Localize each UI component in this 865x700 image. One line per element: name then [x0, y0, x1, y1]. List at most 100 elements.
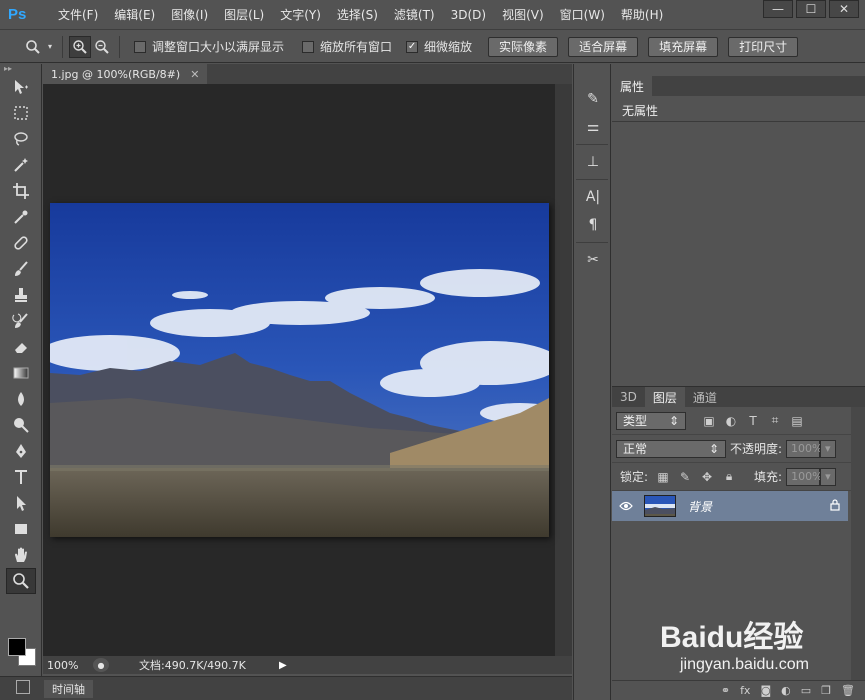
tab-layers[interactable]: 图层 — [644, 387, 685, 407]
brush-presets-icon[interactable]: ⚌ — [578, 114, 608, 140]
menu-filter[interactable]: 滤镜(T) — [386, 0, 443, 30]
opacity-input[interactable]: 100% — [786, 439, 823, 458]
menu-3d[interactable]: 3D(D) — [443, 0, 494, 30]
status-info-icon[interactable]: ● — [93, 658, 109, 672]
canvas-vertical-scrollbar[interactable] — [555, 84, 572, 656]
separator — [576, 179, 608, 180]
history-brush-tool-icon[interactable] — [6, 308, 36, 334]
collapse-arrows-icon[interactable]: ▸▸ — [0, 64, 41, 74]
character-icon[interactable]: A| — [578, 184, 608, 210]
menu-select[interactable]: 选择(S) — [329, 0, 386, 30]
separator — [62, 35, 63, 58]
panel-icon-strip: ✎ ⚌ ⊥ A| ¶ ✂ — [573, 64, 611, 700]
clone-stamp-tool-icon[interactable] — [6, 282, 36, 308]
tab-properties[interactable]: 属性 — [612, 76, 653, 96]
filter-kind-label: 类型 — [623, 414, 648, 428]
document-tab[interactable]: 1.jpg @ 100%(RGB/8#) ✕ — [43, 64, 208, 84]
close-tab-icon[interactable]: ✕ — [190, 68, 199, 81]
opacity-dropdown-icon[interactable]: ▾ — [820, 439, 837, 458]
zoom-all-windows-checkbox[interactable]: 缩放所有窗口 — [302, 38, 392, 55]
hand-tool-icon[interactable] — [6, 542, 36, 568]
eyedropper-tool-icon[interactable] — [6, 204, 36, 230]
status-menu-arrow-icon[interactable]: ▶ — [279, 660, 287, 671]
lock-image-icon[interactable]: ✎ — [676, 468, 694, 486]
foreground-color-swatch[interactable] — [8, 638, 26, 656]
gradient-tool-icon[interactable] — [6, 360, 36, 386]
actual-pixels-button[interactable]: 实际像素 — [488, 36, 559, 57]
zoom-level[interactable]: 100% — [43, 659, 93, 672]
scrubby-zoom-label: 细微缩放 — [424, 40, 473, 54]
maximize-button[interactable]: ☐ — [796, 0, 826, 18]
menu-type[interactable]: 文字(Y) — [272, 0, 329, 30]
checkbox-box[interactable] — [302, 40, 315, 53]
path-selection-tool-icon[interactable] — [6, 490, 36, 516]
filter-type-icon[interactable]: T — [744, 412, 762, 430]
minimize-button[interactable]: — — [763, 0, 793, 18]
menu-window[interactable]: 窗口(W) — [552, 0, 613, 30]
fit-screen-button[interactable]: 适合屏幕 — [568, 36, 639, 57]
zoom-tool-preset-icon[interactable] — [22, 36, 44, 58]
zoom-out-icon[interactable] — [91, 36, 113, 58]
layer-thumbnail — [644, 495, 676, 517]
preset-dropdown-icon[interactable]: ▾ — [44, 36, 56, 58]
brushes-icon[interactable]: ✎ — [578, 86, 608, 112]
crop-tool-icon[interactable] — [6, 178, 36, 204]
menu-view[interactable]: 视图(V) — [494, 0, 552, 30]
zoom-in-icon[interactable] — [69, 35, 91, 58]
layer-item[interactable]: 背景 — [612, 491, 848, 521]
menu-help[interactable]: 帮助(H) — [613, 0, 671, 30]
filter-pixel-icon[interactable]: ▣ — [700, 412, 718, 430]
type-tool-icon[interactable] — [6, 464, 36, 490]
paragraph-icon[interactable]: ¶ — [578, 212, 608, 238]
close-button[interactable]: ✕ — [829, 0, 859, 18]
separator — [119, 35, 120, 58]
layer-filter-select[interactable]: 类型 ⇕ — [616, 411, 686, 430]
lock-position-icon[interactable]: ✥ — [698, 468, 716, 486]
scrubby-zoom-checkbox[interactable]: ✓ 细微缩放 — [406, 38, 472, 55]
lock-all-icon[interactable]: 🔒︎ — [720, 468, 738, 486]
tool-presets-icon[interactable]: ✂ — [578, 247, 608, 273]
checkbox-checked[interactable]: ✓ — [406, 40, 419, 53]
move-tool-icon[interactable] — [6, 74, 36, 100]
dodge-tool-icon[interactable] — [6, 412, 36, 438]
layer-name[interactable]: 背景 — [688, 498, 712, 515]
fill-dropdown-icon[interactable]: ▾ — [820, 467, 837, 486]
menu-edit[interactable]: 编辑(E) — [106, 0, 163, 30]
zoom-tool-icon[interactable] — [6, 568, 36, 594]
color-swatches[interactable] — [8, 638, 38, 670]
magic-wand-tool-icon[interactable] — [6, 152, 36, 178]
properties-panel: 属性 无属性 — [612, 76, 865, 384]
filter-smart-object-icon[interactable]: ▤ — [788, 412, 806, 430]
pen-tool-icon[interactable] — [6, 438, 36, 464]
eraser-tool-icon[interactable] — [6, 334, 36, 360]
resize-windows-checkbox[interactable]: 调整窗口大小以满屏显示 — [134, 38, 284, 55]
fill-screen-button[interactable]: 填充屏幕 — [648, 36, 719, 57]
menu-layer[interactable]: 图层(L) — [216, 0, 272, 30]
menu-file[interactable]: 文件(F) — [50, 0, 106, 30]
tab-channels[interactable]: 通道 — [685, 387, 725, 407]
blur-tool-icon[interactable] — [6, 386, 36, 412]
zoom-all-windows-label: 缩放所有窗口 — [320, 40, 393, 54]
lock-transparent-icon[interactable]: ▦ — [654, 468, 672, 486]
eye-icon[interactable] — [612, 501, 640, 511]
timeline-tab[interactable]: 时间轴 — [44, 679, 93, 698]
marquee-tool-icon[interactable] — [6, 100, 36, 126]
strip-header — [574, 64, 610, 84]
fill-input[interactable]: 100% — [786, 467, 823, 486]
tab-3d[interactable]: 3D — [612, 387, 645, 407]
print-size-button[interactable]: 打印尺寸 — [728, 36, 799, 57]
rectangle-tool-icon[interactable] — [6, 516, 36, 542]
menu-image[interactable]: 图像(I) — [163, 0, 216, 30]
clone-source-icon[interactable]: ⊥ — [578, 149, 608, 175]
healing-brush-tool-icon[interactable] — [6, 230, 36, 256]
brush-tool-icon[interactable] — [6, 256, 36, 282]
filter-shape-icon[interactable]: ⌗ — [766, 412, 784, 430]
checkbox-box[interactable] — [134, 40, 146, 53]
layers-tabs: 3D 图层 通道 — [612, 387, 865, 407]
document-image[interactable] — [50, 203, 549, 537]
blend-mode-select[interactable]: 正常 ⇕ — [616, 439, 726, 458]
filter-adjustment-icon[interactable]: ◐ — [722, 412, 740, 430]
timeline-icon[interactable] — [16, 680, 30, 694]
lasso-tool-icon[interactable] — [6, 126, 36, 152]
opacity-label: 不透明度: — [730, 442, 783, 456]
